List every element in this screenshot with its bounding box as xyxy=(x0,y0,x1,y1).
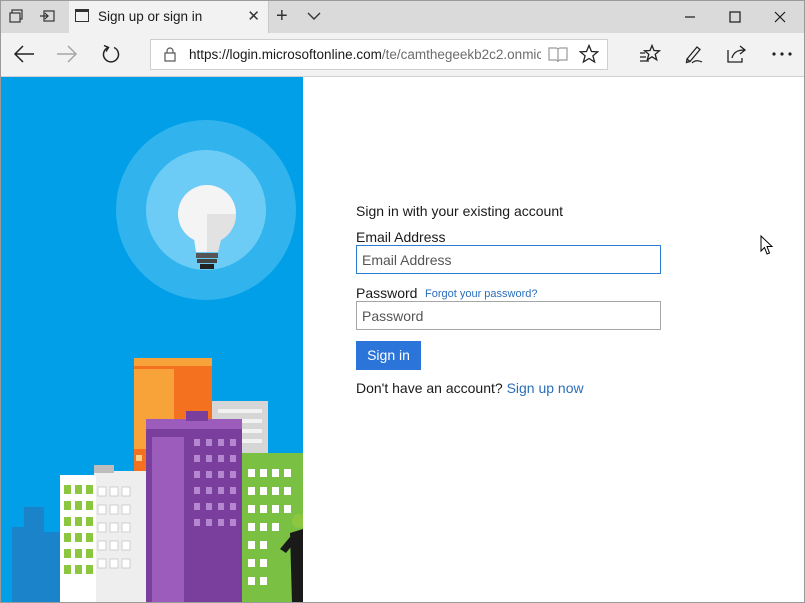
lock-icon xyxy=(164,47,176,67)
page-icon xyxy=(75,9,89,22)
signup-link[interactable]: Sign up now xyxy=(507,380,584,396)
city-illustration xyxy=(12,120,303,603)
back-icon[interactable] xyxy=(12,42,36,66)
email-label: Email Address xyxy=(356,229,446,245)
forgot-password-link[interactable]: Forgot your password? xyxy=(425,288,538,300)
maximize-icon[interactable] xyxy=(712,0,758,33)
favorites-hub-icon[interactable] xyxy=(638,42,662,66)
signin-panel: Sign in with your existing account Email… xyxy=(303,77,805,603)
title-bar: Sign up or sign in ✕ + xyxy=(0,0,805,33)
signin-heading: Sign in with your existing account xyxy=(356,203,563,219)
url-host: https://login.microsoftonline.com xyxy=(189,47,382,62)
purple-building xyxy=(146,411,242,603)
forward-icon[interactable] xyxy=(55,42,79,66)
close-window-icon[interactable] xyxy=(757,0,803,33)
browser-tab[interactable]: Sign up or sign in ✕ xyxy=(69,0,269,33)
white-building xyxy=(94,465,146,603)
reading-view-icon[interactable] xyxy=(548,46,568,68)
plus-icon[interactable]: + xyxy=(276,5,288,28)
skyline-silhouette xyxy=(12,507,60,603)
more-icon[interactable] xyxy=(770,42,794,66)
url-path: /te/camthegeekb2c2.onmic xyxy=(381,47,541,62)
refresh-icon[interactable] xyxy=(99,42,123,66)
chevron-down-icon[interactable] xyxy=(307,6,321,31)
illustration-panel xyxy=(0,77,303,603)
password-field[interactable]: Password xyxy=(356,301,661,330)
signin-button[interactable]: Sign in xyxy=(356,341,421,370)
tab-actions-icon[interactable] xyxy=(6,6,26,26)
address-bar[interactable]: https://login.microsoftonline.com/te/cam… xyxy=(150,39,608,70)
tab-title: Sign up or sign in xyxy=(98,9,203,24)
favorite-star-icon[interactable] xyxy=(578,43,600,69)
close-icon[interactable]: ✕ xyxy=(247,7,260,25)
navigation-bar: https://login.microsoftonline.com/te/cam… xyxy=(0,33,805,77)
mouse-cursor-icon xyxy=(760,234,774,261)
set-aside-tabs-icon[interactable] xyxy=(37,6,57,26)
green-building-left xyxy=(60,475,96,603)
url-text[interactable]: https://login.microsoftonline.com/te/cam… xyxy=(189,47,541,62)
password-label: Password xyxy=(356,285,418,301)
email-field[interactable]: Email Address xyxy=(356,245,661,274)
no-account-text: Don't have an account? xyxy=(356,380,503,396)
no-account-row: Don't have an account? Sign up now xyxy=(356,380,584,396)
pen-icon[interactable] xyxy=(682,42,706,66)
share-icon[interactable] xyxy=(725,42,749,66)
minimize-icon[interactable] xyxy=(667,0,713,33)
